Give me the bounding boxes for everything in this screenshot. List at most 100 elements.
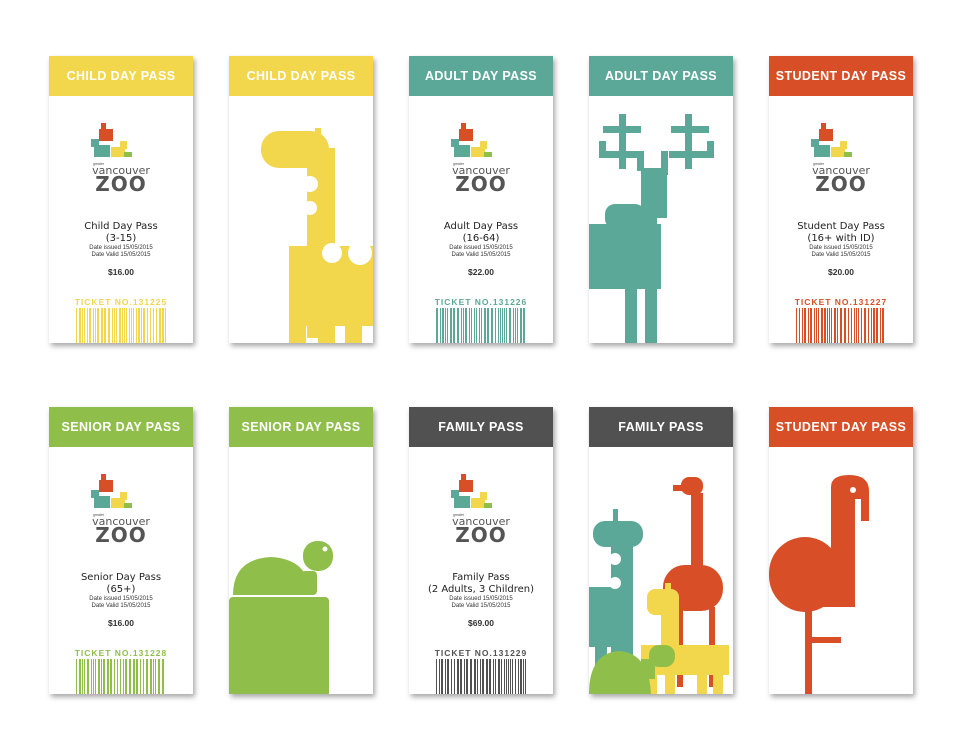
barcode-icon xyxy=(796,308,884,343)
barcode-bar xyxy=(445,308,446,343)
date-valid: Date Valid 15/05/2015 xyxy=(91,252,151,258)
barcode-bar xyxy=(523,308,525,343)
barcode-bar xyxy=(882,308,884,343)
barcode-bar xyxy=(140,659,141,694)
barcode-bar xyxy=(91,659,92,694)
barcode-bar xyxy=(858,308,859,343)
barcode-bar xyxy=(122,308,123,343)
barcode-bar xyxy=(98,659,100,694)
barcode-bar xyxy=(508,659,509,694)
pass-name: Senior Day Pass xyxy=(80,572,162,583)
ticket-adult: ADULT DAY PASS greater vancouver ZOO Adu… xyxy=(409,56,553,343)
barcode-bar xyxy=(498,659,500,694)
barcode-bar xyxy=(506,659,507,694)
barcode-bar xyxy=(104,308,106,343)
date-issued: Date issued 15/05/2015 xyxy=(449,596,513,602)
art-card-giraffe: CHILD DAY PASS xyxy=(229,56,373,343)
barcode-bar xyxy=(509,308,511,343)
barcode-bar xyxy=(510,659,511,694)
art-card-header: SENIOR DAY PASS xyxy=(229,407,373,447)
barcode-bar xyxy=(821,308,823,343)
barcode-bar xyxy=(848,308,849,343)
barcode-bar xyxy=(457,659,459,694)
ticket-number: TICKET NO.131226 xyxy=(434,297,528,307)
barcode-bar xyxy=(126,308,127,343)
logo-zoo: ZOO xyxy=(95,523,147,547)
barcode-bar xyxy=(101,659,102,694)
barcode-bar xyxy=(844,308,846,343)
art-card-flamingo: STUDENT DAY PASS xyxy=(769,407,913,694)
barcode-bar xyxy=(489,659,491,694)
barcode-bar xyxy=(469,308,470,343)
barcode-bar xyxy=(136,659,138,694)
barcode-bar xyxy=(436,659,437,694)
barcode-bar xyxy=(162,308,164,343)
barcode-bar xyxy=(84,308,85,343)
barcode-bar xyxy=(491,308,493,343)
barcode-bar xyxy=(804,308,806,343)
barcode-bar xyxy=(464,659,465,694)
barcode-bar xyxy=(525,659,526,694)
barcode-bar xyxy=(147,308,148,343)
barcode-bar xyxy=(504,659,505,694)
turtle-icon xyxy=(229,541,333,694)
barcode-bar xyxy=(440,308,441,343)
ticket-family: FAMILY PASS greater vancouver ZOO Family… xyxy=(409,407,553,694)
barcode-bar xyxy=(487,308,489,343)
barcode-bar xyxy=(450,308,452,343)
barcode-bar xyxy=(143,659,144,694)
barcode-bar xyxy=(138,308,140,343)
date-issued: Date issued 15/05/2015 xyxy=(449,245,513,251)
logo-zoo: ZOO xyxy=(455,172,507,196)
barcode-bar xyxy=(474,659,476,694)
barcode-bar xyxy=(471,308,472,343)
barcode-bar xyxy=(158,659,160,694)
pass-range: (2 Adults, 3 Children) xyxy=(427,584,535,595)
barcode-bar xyxy=(129,308,130,343)
barcode-bar xyxy=(159,308,161,343)
barcode-bar xyxy=(87,659,89,694)
date-issued: Date issued 15/05/2015 xyxy=(89,245,153,251)
art-card-header: CHILD DAY PASS xyxy=(229,56,373,96)
barcode-bar xyxy=(454,659,455,694)
ticket-senior: SENIOR DAY PASS greater vancouver ZOO Se… xyxy=(49,407,193,694)
barcode-bar xyxy=(818,308,819,343)
barcode-bar xyxy=(460,659,462,694)
pass-name: Family Pass xyxy=(452,572,510,583)
barcode-bar xyxy=(840,308,842,343)
barcode-bar xyxy=(146,659,148,694)
barcode-bar xyxy=(133,308,134,343)
barcode-bar xyxy=(110,659,112,694)
date-issued: Date issued 15/05/2015 xyxy=(89,596,153,602)
logo-zoo: ZOO xyxy=(95,172,147,196)
ticket-number: TICKET NO.131227 xyxy=(794,297,888,307)
barcode-bar xyxy=(114,308,115,343)
barcode-bar xyxy=(796,308,797,343)
animal-family-icon xyxy=(589,477,729,694)
barcode-bar xyxy=(133,659,135,694)
barcode-bar xyxy=(114,659,115,694)
barcode-icon xyxy=(76,308,166,343)
barcode-bar xyxy=(829,308,830,343)
barcode-bar xyxy=(436,308,438,343)
barcode-bar xyxy=(476,308,477,343)
barcode-bar xyxy=(131,308,132,343)
barcode-bar xyxy=(518,659,519,694)
barcode-bar xyxy=(457,308,459,343)
barcode-bar xyxy=(93,308,94,343)
barcode-bar xyxy=(79,659,81,694)
barcode-bar xyxy=(116,308,117,343)
barcode-bar xyxy=(107,659,109,694)
barcode-bar xyxy=(89,308,91,343)
barcode-bar xyxy=(470,659,472,694)
pass-range: (16-64) xyxy=(462,233,500,244)
date-valid: Date Valid 15/05/2015 xyxy=(451,603,511,609)
barcode-bar xyxy=(103,659,105,694)
barcode-bar xyxy=(802,308,803,343)
barcode-bar xyxy=(864,308,866,343)
barcode-bar xyxy=(79,308,81,343)
barcode-bar xyxy=(504,308,505,343)
barcode-bar xyxy=(500,308,501,343)
barcode-bar xyxy=(445,659,446,694)
barcode-bar xyxy=(143,308,145,343)
